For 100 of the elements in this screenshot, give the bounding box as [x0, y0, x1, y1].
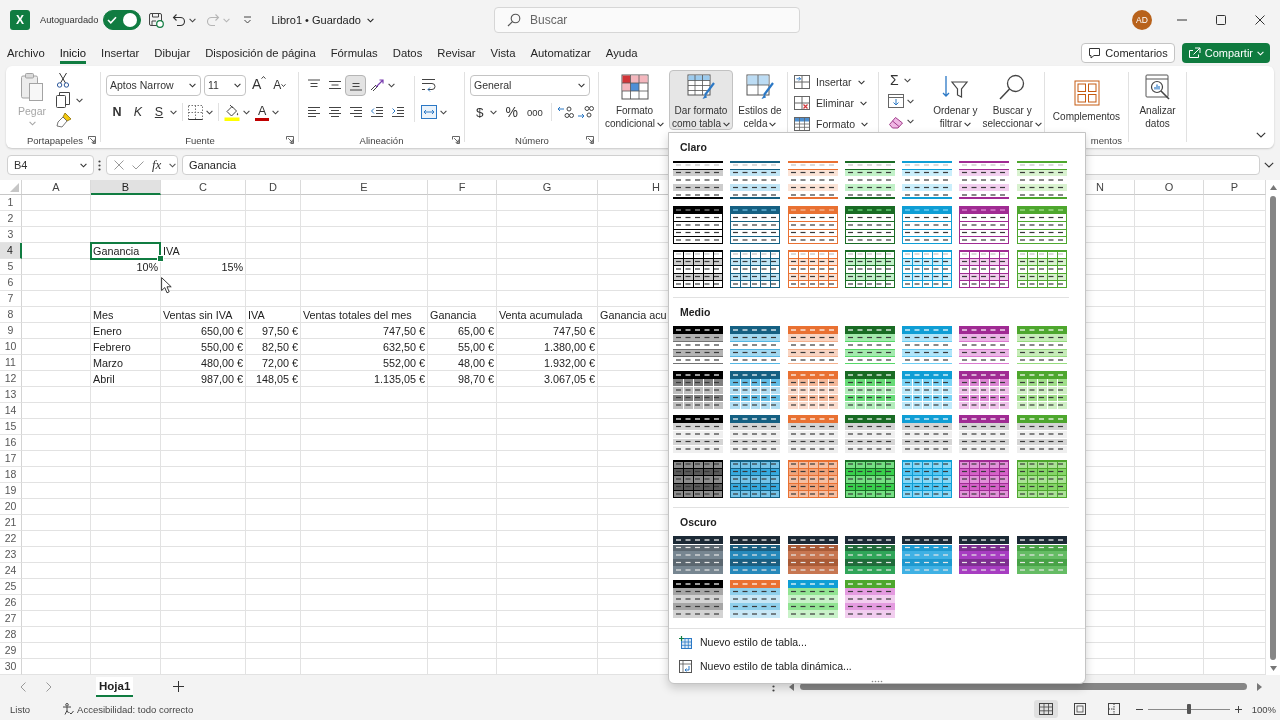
caret-icon[interactable]: [440, 109, 447, 115]
table-style-icon[interactable]: [844, 535, 895, 574]
table-style-icon[interactable]: [1016, 250, 1067, 288]
insert-button[interactable]: Insertar: [794, 74, 878, 90]
fill-handle[interactable]: [157, 255, 164, 262]
caret-icon[interactable]: [169, 162, 177, 168]
caret-icon[interactable]: [388, 82, 395, 88]
row-header[interactable]: 7: [0, 291, 22, 307]
autosave-toggle[interactable]: [103, 10, 142, 30]
chevron-left-icon[interactable]: [20, 681, 26, 692]
decrease-decimal-icon[interactable]: [576, 105, 594, 119]
delete-button[interactable]: Eliminar: [794, 95, 878, 111]
row-header[interactable]: 6: [0, 275, 22, 291]
align-center-icon[interactable]: [327, 106, 342, 118]
row-header[interactable]: 17: [0, 451, 22, 467]
more-icon[interactable]: [98, 159, 101, 171]
font-color-button[interactable]: A: [255, 103, 270, 121]
caret-icon[interactable]: [272, 109, 280, 115]
table-style-icon[interactable]: [673, 370, 723, 409]
table-style-icon[interactable]: [673, 205, 723, 244]
font-size-combobox[interactable]: 11: [204, 74, 246, 96]
caret-icon[interactable]: [861, 121, 869, 127]
app-logo[interactable]: X: [10, 10, 30, 30]
table-style-icon[interactable]: [787, 205, 838, 244]
brush-icon[interactable]: [56, 112, 72, 128]
table-style-icon[interactable]: [787, 250, 838, 288]
analyze-data-button[interactable]: Analizar datos: [1131, 70, 1184, 130]
sort-filter-button[interactable]: Ordenar y filtrar: [930, 70, 981, 130]
zoom-level-button[interactable]: 100%: [1251, 703, 1276, 715]
table-style-icon[interactable]: [959, 326, 1010, 364]
align-right-icon[interactable]: [348, 106, 363, 118]
caret-icon[interactable]: [243, 109, 250, 115]
table-style-icon[interactable]: [844, 326, 895, 364]
table-style-icon[interactable]: [673, 415, 723, 453]
row-header[interactable]: 30: [0, 659, 22, 675]
menu-tab[interactable]: Ayuda: [605, 42, 638, 64]
plus-icon[interactable]: [173, 681, 185, 692]
autosum-button[interactable]: Σ: [888, 70, 901, 91]
table-style-icon[interactable]: [1016, 370, 1067, 409]
caret-icon[interactable]: [76, 97, 83, 103]
paint-bucket-icon[interactable]: [224, 103, 240, 121]
slider-thumb[interactable]: [1186, 704, 1191, 714]
caret-icon[interactable]: [189, 17, 197, 23]
currency-button[interactable]: $: [473, 102, 487, 122]
row-header[interactable]: 20: [0, 499, 22, 515]
plus-icon[interactable]: [1234, 705, 1242, 713]
table-style-icon[interactable]: [902, 326, 953, 364]
table-style-icon[interactable]: [730, 370, 781, 409]
table-style-icon[interactable]: [959, 370, 1010, 409]
column-header[interactable]: H: [598, 180, 667, 195]
fill-down-icon[interactable]: [888, 94, 904, 108]
caret-icon[interactable]: [907, 119, 914, 125]
menu-item[interactable]: Nuevo estilo de tabla dinámica...: [673, 654, 852, 678]
table-style-icon[interactable]: [1016, 326, 1067, 364]
table-style-icon[interactable]: [673, 580, 723, 618]
name-box[interactable]: B4: [7, 155, 94, 175]
table-style-icon[interactable]: [787, 415, 838, 453]
table-style-icon[interactable]: [730, 205, 781, 244]
close-icon[interactable]: [1255, 15, 1265, 25]
wrap-text-icon[interactable]: [421, 78, 437, 92]
caret-icon[interactable]: [206, 109, 213, 115]
row-header[interactable]: 9: [0, 323, 22, 339]
conditional-format-button[interactable]: Formato condicional: [602, 70, 667, 130]
caret-icon[interactable]: [907, 98, 914, 104]
underline-button[interactable]: S: [151, 102, 167, 122]
table-style-icon[interactable]: [673, 161, 723, 199]
caret-icon[interactable]: [578, 82, 585, 88]
caret-icon[interactable]: [80, 162, 87, 168]
table-style-icon[interactable]: [730, 161, 781, 199]
copy-icon[interactable]: [56, 92, 70, 108]
comments-button[interactable]: Comentarios: [1081, 43, 1175, 63]
grow-font-button[interactable]: A: [249, 75, 270, 95]
scrollbar-thumb[interactable]: [800, 683, 1247, 690]
caret-icon[interactable]: [489, 109, 497, 115]
caret-icon[interactable]: [964, 121, 971, 127]
row-header[interactable]: 11: [0, 355, 22, 371]
table-style-icon[interactable]: [787, 459, 838, 498]
cancel-icon[interactable]: [114, 160, 124, 170]
font-name-combobox[interactable]: Aptos Narrow: [106, 74, 201, 96]
caret-icon[interactable]: [722, 121, 730, 127]
row-header[interactable]: 14: [0, 403, 22, 419]
row-header[interactable]: 23: [0, 547, 22, 563]
check-icon[interactable]: [132, 160, 144, 170]
vertical-scrollbar[interactable]: [1266, 180, 1280, 675]
eraser-icon[interactable]: [888, 114, 904, 129]
diagonal-arrow-icon[interactable]: [369, 78, 385, 92]
chevron-right-icon[interactable]: [46, 681, 52, 692]
menu-tab[interactable]: Disposición de página: [205, 42, 316, 64]
thousands-button[interactable]: 000: [523, 102, 546, 122]
bold-button[interactable]: N: [109, 102, 125, 122]
table-style-icon[interactable]: [787, 580, 838, 618]
row-header[interactable]: 12: [0, 371, 22, 387]
menu-tab[interactable]: Revisar: [437, 42, 476, 64]
row-header[interactable]: 27: [0, 611, 22, 627]
decrease-indent-icon[interactable]: [369, 106, 384, 118]
column-header[interactable]: G: [497, 180, 598, 195]
table-style-icon[interactable]: [902, 205, 953, 244]
menu-tab[interactable]: Vista: [490, 42, 516, 64]
column-header[interactable]: D: [246, 180, 301, 195]
minus-icon[interactable]: [1135, 708, 1143, 710]
